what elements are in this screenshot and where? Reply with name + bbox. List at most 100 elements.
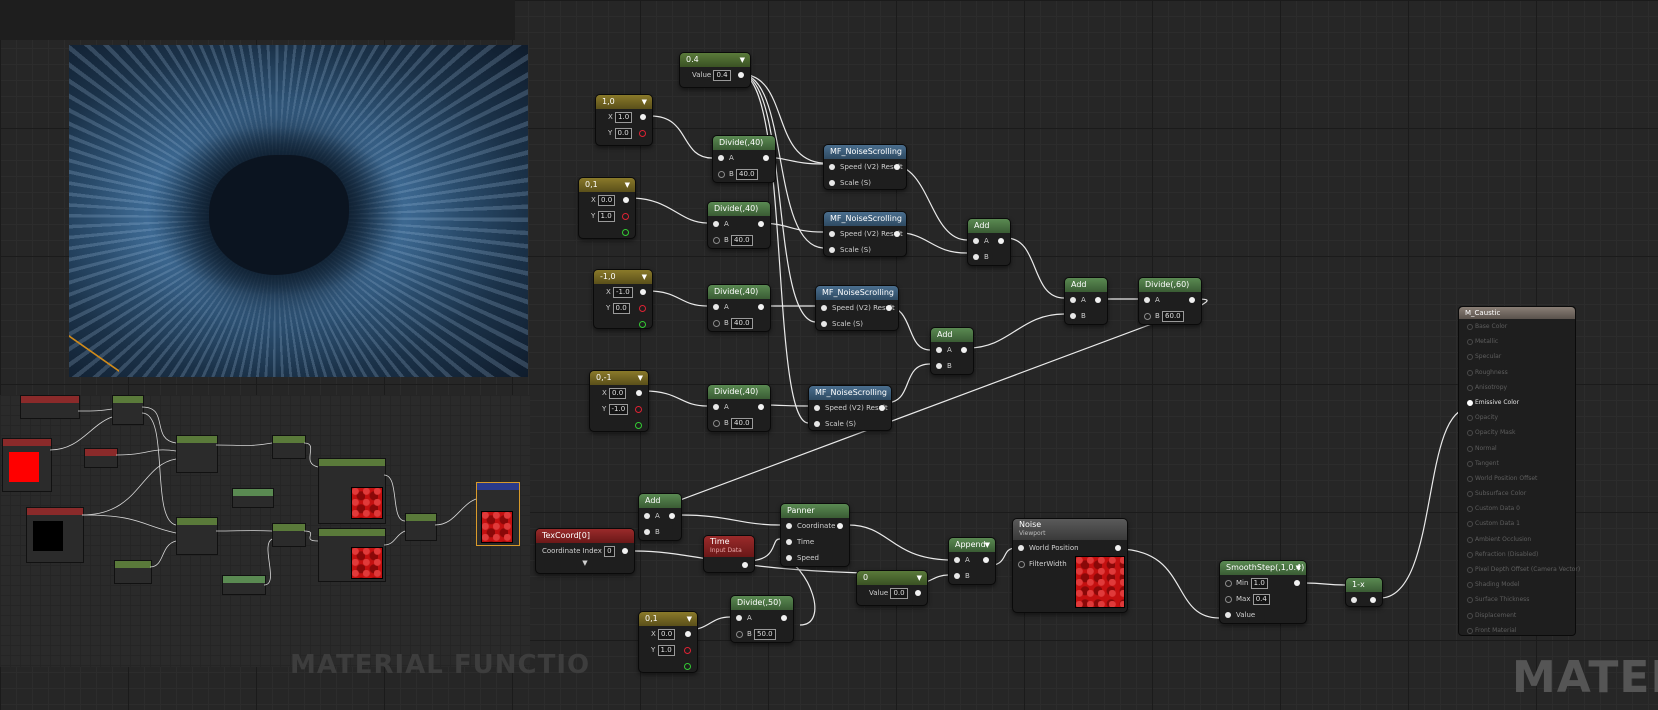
y-field[interactable]: 0.0 (614, 128, 632, 139)
input-pin-b[interactable] (936, 363, 942, 369)
input-pin[interactable] (1467, 612, 1473, 619)
input-pin[interactable] (1467, 627, 1473, 634)
node-divide-2[interactable]: Divide(,40) A B 40.0 (707, 201, 771, 249)
input-pin[interactable] (1467, 536, 1473, 543)
chevron-down-icon[interactable]: ▼ (536, 559, 634, 567)
input-pin[interactable] (1467, 582, 1473, 589)
input-pin-a[interactable] (1070, 297, 1076, 303)
output-pin-g[interactable] (635, 422, 642, 429)
output-pin[interactable] (669, 513, 675, 519)
value-field[interactable]: 0.4 (713, 70, 731, 81)
input-pin-value[interactable] (1225, 612, 1231, 618)
min-field[interactable]: 1.0 (1250, 578, 1268, 589)
material-input-front-material[interactable]: Front Material (1459, 623, 1575, 638)
material-input-ambient-occlusion[interactable]: Ambient Occlusion (1459, 532, 1575, 547)
input-pin-b[interactable] (1070, 313, 1076, 319)
y-field[interactable]: 1.0 (597, 211, 615, 222)
node-mf-noise-scrolling-2[interactable]: MF_NoiseScrolling Speed (V2) Result Scal… (823, 211, 907, 257)
output-pin-r[interactable] (622, 213, 629, 220)
input-pin-b[interactable] (718, 171, 725, 178)
coordinate-index-field[interactable]: 0 (604, 546, 615, 557)
output-pin[interactable] (915, 590, 921, 596)
output-pin-g[interactable] (684, 663, 691, 670)
node-const-0-4[interactable]: 0.4 ▼ Value 0.4 (679, 52, 751, 88)
input-pin-a[interactable] (973, 238, 979, 244)
y-field[interactable]: 0.0 (612, 303, 630, 314)
output-pin[interactable] (742, 562, 748, 568)
material-input-custom-data-1[interactable]: Custom Data 1 (1459, 516, 1575, 531)
material-input-emissive-color[interactable]: Emissive Color (1459, 395, 1575, 410)
material-input-specular[interactable]: Specular (1459, 349, 1575, 364)
output-pin[interactable] (1370, 597, 1376, 603)
node-add-2[interactable]: Add A B (1064, 277, 1108, 325)
input-pin-speed[interactable] (829, 231, 835, 237)
input-pin-a[interactable] (736, 615, 742, 621)
input-pin-a[interactable] (718, 155, 724, 161)
input-pin-a[interactable] (1144, 297, 1150, 303)
material-result-node[interactable]: M_Caustic Base Color Metallic Specular Roug… (1458, 306, 1580, 638)
input-pin[interactable] (1467, 597, 1473, 604)
output-pin[interactable] (879, 405, 885, 411)
chevron-down-icon[interactable]: ▼ (625, 178, 630, 192)
node-mf-noise-scrolling-3[interactable]: MF_NoiseScrolling Speed (V2) Result Scal… (815, 285, 899, 331)
output-pin-g[interactable] (639, 321, 646, 328)
output-pin-r[interactable] (639, 130, 646, 137)
output-pin[interactable] (961, 347, 967, 353)
node-divide-50[interactable]: Divide(,50) A B 50.0 (730, 595, 794, 643)
material-input-surface-thickness[interactable]: Surface Thickness (1459, 592, 1575, 607)
input-pin[interactable] (1467, 339, 1473, 346)
node-const-0[interactable]: 0 ▼ Value 0.0 (856, 570, 928, 606)
input-pin-b[interactable] (713, 237, 720, 244)
node-smoothstep[interactable]: SmoothStep(,1,0.4) ▼ Min 1.0 Max 0.4 Valu… (1219, 560, 1307, 624)
input-pin-speed[interactable] (814, 405, 820, 411)
node-texcoord[interactable]: TexCoord[0] Coordinate Index 0 ▼ (535, 528, 635, 574)
chevron-down-icon[interactable]: ▼ (638, 371, 643, 385)
output-pin[interactable] (781, 615, 787, 621)
material-input-base-color[interactable]: Base Color (1459, 319, 1575, 334)
output-pin[interactable] (758, 221, 764, 227)
input-pin-max[interactable] (1225, 596, 1232, 603)
chevron-down-icon[interactable]: ▼ (687, 612, 692, 626)
input-pin-scale[interactable] (829, 180, 835, 186)
material-input-tangent[interactable]: Tangent (1459, 456, 1575, 471)
output-pin[interactable] (758, 304, 764, 310)
material-input-subsurface-color[interactable]: Subsurface Color (1459, 486, 1575, 501)
input-pin[interactable] (1467, 399, 1473, 406)
material-input-refraction-disabled[interactable]: Refraction (Disabled) (1459, 547, 1575, 562)
input-pin[interactable] (1467, 369, 1473, 376)
chevron-down-icon[interactable]: ▼ (1296, 561, 1301, 575)
x-field[interactable]: 0.0 (658, 629, 676, 640)
output-pin[interactable] (685, 631, 691, 637)
node-divide-60[interactable]: Divide(,60) A B 60.0 (1138, 277, 1202, 325)
material-input-displacement[interactable]: Displacement (1459, 608, 1575, 623)
input-pin-b[interactable] (713, 420, 720, 427)
node-time[interactable]: Time Input Data (703, 535, 755, 573)
node-vector-0-1-bottom[interactable]: 0,1 ▼ X 0.0 Y 1.0 (638, 611, 698, 673)
output-pin[interactable] (640, 114, 646, 120)
input-pin[interactable] (1467, 521, 1473, 528)
output-pin[interactable] (636, 390, 642, 396)
x-field[interactable]: 1.0 (615, 112, 633, 123)
node-divide-3[interactable]: Divide(,40) A B 40.0 (707, 284, 771, 332)
node-add-3[interactable]: Add A B (930, 327, 974, 375)
chevron-down-icon[interactable]: ▼ (985, 538, 990, 552)
material-input-world-position-offset[interactable]: World Position Offset (1459, 471, 1575, 486)
node-mf-noise-scrolling-4[interactable]: MF_NoiseScrolling Speed (V2) Result Scal… (808, 385, 892, 431)
node-append[interactable]: Append ▼ A B (948, 537, 996, 585)
material-input-roughness[interactable]: Roughness (1459, 365, 1575, 380)
b-value-field[interactable]: 40.0 (736, 169, 758, 180)
input-pin-min[interactable] (1225, 580, 1232, 587)
x-field[interactable]: 0.0 (598, 195, 616, 206)
input-pin[interactable] (1467, 491, 1473, 498)
input-pin[interactable] (1467, 445, 1473, 452)
material-input-shading-model[interactable]: Shading Model (1459, 577, 1575, 592)
material-input-pixel-depth-offset-camera-vector[interactable]: Pixel Depth Offset (Camera Vector) (1459, 562, 1580, 577)
input-pin-scale[interactable] (814, 421, 820, 427)
input-pin-b[interactable] (736, 631, 743, 638)
output-pin[interactable] (894, 231, 900, 237)
output-pin-r[interactable] (684, 647, 691, 654)
input-pin-a[interactable] (713, 304, 719, 310)
input-pin-b[interactable] (644, 529, 650, 535)
input-pin[interactable] (1467, 354, 1473, 361)
b-value-field[interactable]: 40.0 (731, 418, 753, 429)
